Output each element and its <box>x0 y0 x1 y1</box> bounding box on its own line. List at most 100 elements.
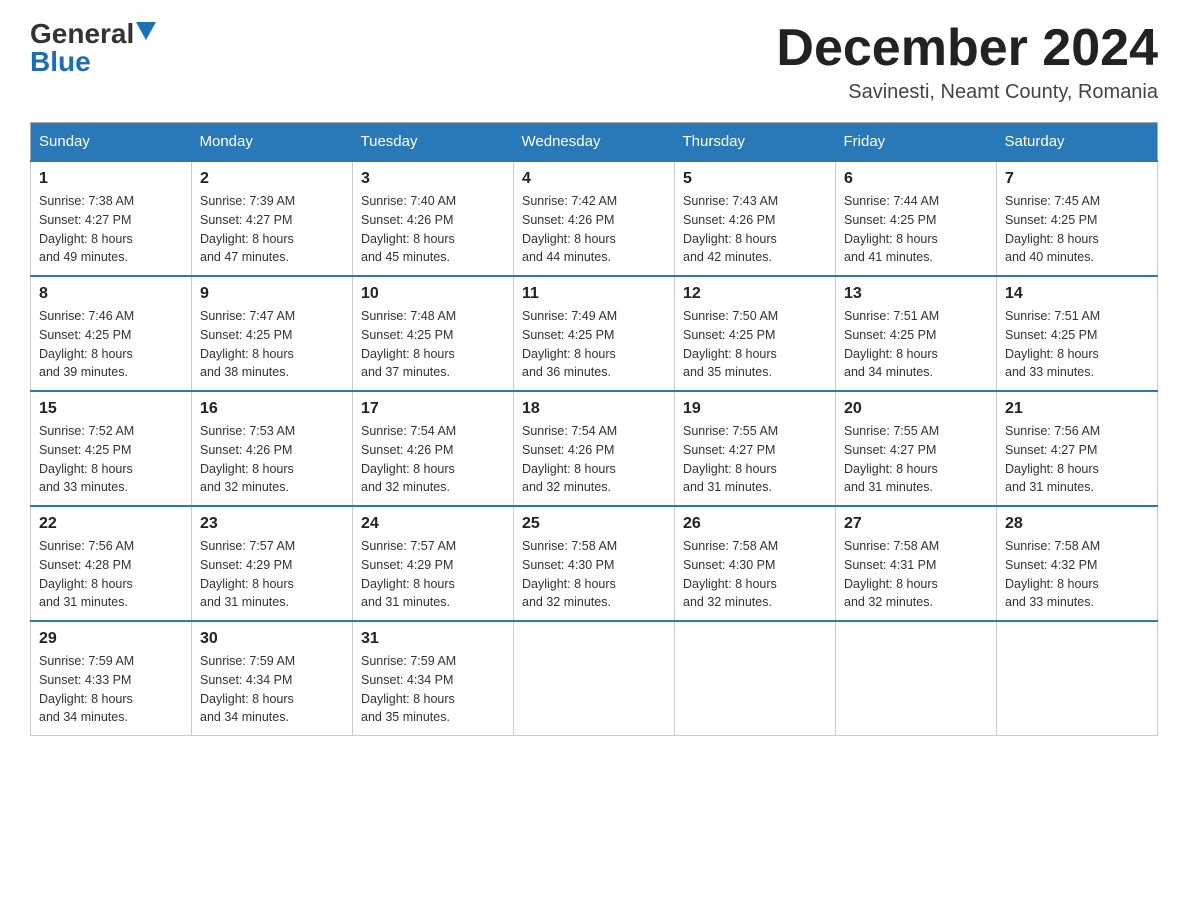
day-info: Sunrise: 7:45 AMSunset: 4:25 PMDaylight:… <box>1005 192 1149 267</box>
day-number: 14 <box>1005 285 1149 303</box>
header-tuesday: Tuesday <box>353 123 514 162</box>
day-info: Sunrise: 7:51 AMSunset: 4:25 PMDaylight:… <box>844 307 988 382</box>
calendar-cell: 3 Sunrise: 7:40 AMSunset: 4:26 PMDaylight… <box>353 161 514 276</box>
day-info: Sunrise: 7:59 AMSunset: 4:34 PMDaylight:… <box>200 652 344 727</box>
day-number: 8 <box>39 285 183 303</box>
calendar-cell: 20 Sunrise: 7:55 AMSunset: 4:27 PMDayligh… <box>836 391 997 506</box>
header-sunday: Sunday <box>31 123 192 162</box>
day-number: 3 <box>361 170 505 188</box>
calendar-cell: 19 Sunrise: 7:55 AMSunset: 4:27 PMDayligh… <box>675 391 836 506</box>
day-info: Sunrise: 7:46 AMSunset: 4:25 PMDaylight:… <box>39 307 183 382</box>
calendar-cell: 8 Sunrise: 7:46 AMSunset: 4:25 PMDaylight… <box>31 276 192 391</box>
calendar-cell: 21 Sunrise: 7:56 AMSunset: 4:27 PMDayligh… <box>997 391 1158 506</box>
day-info: Sunrise: 7:55 AMSunset: 4:27 PMDaylight:… <box>844 422 988 497</box>
calendar-cell: 18Sunrise: 7:54 AMSunset: 4:26 PMDayligh… <box>514 391 675 506</box>
day-info: Sunrise: 7:58 AMSunset: 4:32 PMDaylight:… <box>1005 537 1149 612</box>
calendar-cell: 30 Sunrise: 7:59 AMSunset: 4:34 PMDayligh… <box>192 621 353 736</box>
calendar-cell: 24Sunrise: 7:57 AMSunset: 4:29 PMDayligh… <box>353 506 514 621</box>
header-saturday: Saturday <box>997 123 1158 162</box>
day-number: 19 <box>683 400 827 418</box>
calendar-cell <box>997 621 1158 736</box>
logo-triangle-icon <box>136 22 156 42</box>
calendar-cell: 23 Sunrise: 7:57 AMSunset: 4:29 PMDayligh… <box>192 506 353 621</box>
day-number: 13 <box>844 285 988 303</box>
calendar-cell: 31Sunrise: 7:59 AMSunset: 4:34 PMDayligh… <box>353 621 514 736</box>
day-info: Sunrise: 7:40 AMSunset: 4:26 PMDaylight:… <box>361 192 505 267</box>
day-number: 21 <box>1005 400 1149 418</box>
day-info: Sunrise: 7:54 AMSunset: 4:26 PMDaylight:… <box>522 422 666 497</box>
day-number: 27 <box>844 515 988 533</box>
day-number: 30 <box>200 630 344 648</box>
day-info: Sunrise: 7:58 AMSunset: 4:31 PMDaylight:… <box>844 537 988 612</box>
calendar-cell: 9 Sunrise: 7:47 AMSunset: 4:25 PMDaylight… <box>192 276 353 391</box>
day-info: Sunrise: 7:47 AMSunset: 4:25 PMDaylight:… <box>200 307 344 382</box>
day-info: Sunrise: 7:59 AMSunset: 4:33 PMDaylight:… <box>39 652 183 727</box>
day-number: 4 <box>522 170 666 188</box>
day-number: 5 <box>683 170 827 188</box>
week-row-4: 22Sunrise: 7:56 AMSunset: 4:28 PMDayligh… <box>31 506 1158 621</box>
calendar-cell: 29 Sunrise: 7:59 AMSunset: 4:33 PMDayligh… <box>31 621 192 736</box>
day-info: Sunrise: 7:50 AMSunset: 4:25 PMDaylight:… <box>683 307 827 382</box>
day-number: 23 <box>200 515 344 533</box>
week-row-1: 1 Sunrise: 7:38 AMSunset: 4:27 PMDaylight… <box>31 161 1158 276</box>
day-number: 24 <box>361 515 505 533</box>
calendar-header-row: SundayMondayTuesdayWednesdayThursdayFrid… <box>31 123 1158 162</box>
day-info: Sunrise: 7:58 AMSunset: 4:30 PMDaylight:… <box>683 537 827 612</box>
header-monday: Monday <box>192 123 353 162</box>
day-info: Sunrise: 7:44 AMSunset: 4:25 PMDaylight:… <box>844 192 988 267</box>
day-number: 29 <box>39 630 183 648</box>
day-info: Sunrise: 7:54 AMSunset: 4:26 PMDaylight:… <box>361 422 505 497</box>
day-number: 1 <box>39 170 183 188</box>
calendar-cell: 28 Sunrise: 7:58 AMSunset: 4:32 PMDayligh… <box>997 506 1158 621</box>
day-number: 16 <box>200 400 344 418</box>
calendar-cell: 5 Sunrise: 7:43 AMSunset: 4:26 PMDaylight… <box>675 161 836 276</box>
day-info: Sunrise: 7:52 AMSunset: 4:25 PMDaylight:… <box>39 422 183 497</box>
day-info: Sunrise: 7:38 AMSunset: 4:27 PMDaylight:… <box>39 192 183 267</box>
location-title: Savinesti, Neamt County, Romania <box>776 81 1158 104</box>
day-number: 20 <box>844 400 988 418</box>
day-number: 7 <box>1005 170 1149 188</box>
day-number: 6 <box>844 170 988 188</box>
day-number: 17 <box>361 400 505 418</box>
day-number: 11 <box>522 285 666 303</box>
day-number: 15 <box>39 400 183 418</box>
day-number: 9 <box>200 285 344 303</box>
calendar-cell: 27 Sunrise: 7:58 AMSunset: 4:31 PMDayligh… <box>836 506 997 621</box>
day-number: 26 <box>683 515 827 533</box>
day-number: 28 <box>1005 515 1149 533</box>
calendar-cell: 2 Sunrise: 7:39 AMSunset: 4:27 PMDaylight… <box>192 161 353 276</box>
calendar-cell: 25Sunrise: 7:58 AMSunset: 4:30 PMDayligh… <box>514 506 675 621</box>
day-number: 2 <box>200 170 344 188</box>
calendar-cell: 17 Sunrise: 7:54 AMSunset: 4:26 PMDayligh… <box>353 391 514 506</box>
header-friday: Friday <box>836 123 997 162</box>
calendar-cell: 6 Sunrise: 7:44 AMSunset: 4:25 PMDaylight… <box>836 161 997 276</box>
page-header: General Blue December 2024 Savinesti, Ne… <box>30 20 1158 104</box>
calendar-cell: 14 Sunrise: 7:51 AMSunset: 4:25 PMDayligh… <box>997 276 1158 391</box>
title-block: December 2024 Savinesti, Neamt County, R… <box>776 20 1158 104</box>
calendar-cell: 4Sunrise: 7:42 AMSunset: 4:26 PMDaylight… <box>514 161 675 276</box>
calendar-table: SundayMondayTuesdayWednesdayThursdayFrid… <box>30 122 1158 736</box>
calendar-cell: 26 Sunrise: 7:58 AMSunset: 4:30 PMDayligh… <box>675 506 836 621</box>
calendar-cell: 12Sunrise: 7:50 AMSunset: 4:25 PMDayligh… <box>675 276 836 391</box>
header-thursday: Thursday <box>675 123 836 162</box>
week-row-2: 8 Sunrise: 7:46 AMSunset: 4:25 PMDaylight… <box>31 276 1158 391</box>
day-info: Sunrise: 7:49 AMSunset: 4:25 PMDaylight:… <box>522 307 666 382</box>
logo-blue-text: Blue <box>30 48 91 76</box>
day-info: Sunrise: 7:53 AMSunset: 4:26 PMDaylight:… <box>200 422 344 497</box>
day-info: Sunrise: 7:57 AMSunset: 4:29 PMDaylight:… <box>200 537 344 612</box>
day-number: 22 <box>39 515 183 533</box>
day-info: Sunrise: 7:51 AMSunset: 4:25 PMDaylight:… <box>1005 307 1149 382</box>
calendar-cell: 11 Sunrise: 7:49 AMSunset: 4:25 PMDayligh… <box>514 276 675 391</box>
calendar-cell <box>675 621 836 736</box>
day-info: Sunrise: 7:55 AMSunset: 4:27 PMDaylight:… <box>683 422 827 497</box>
calendar-cell: 22Sunrise: 7:56 AMSunset: 4:28 PMDayligh… <box>31 506 192 621</box>
month-title: December 2024 <box>776 20 1158 77</box>
day-number: 25 <box>522 515 666 533</box>
week-row-5: 29 Sunrise: 7:59 AMSunset: 4:33 PMDayligh… <box>31 621 1158 736</box>
day-info: Sunrise: 7:56 AMSunset: 4:27 PMDaylight:… <box>1005 422 1149 497</box>
day-info: Sunrise: 7:43 AMSunset: 4:26 PMDaylight:… <box>683 192 827 267</box>
calendar-cell: 16 Sunrise: 7:53 AMSunset: 4:26 PMDayligh… <box>192 391 353 506</box>
logo-general-text: General <box>30 20 134 48</box>
calendar-cell: 15 Sunrise: 7:52 AMSunset: 4:25 PMDayligh… <box>31 391 192 506</box>
day-info: Sunrise: 7:39 AMSunset: 4:27 PMDaylight:… <box>200 192 344 267</box>
